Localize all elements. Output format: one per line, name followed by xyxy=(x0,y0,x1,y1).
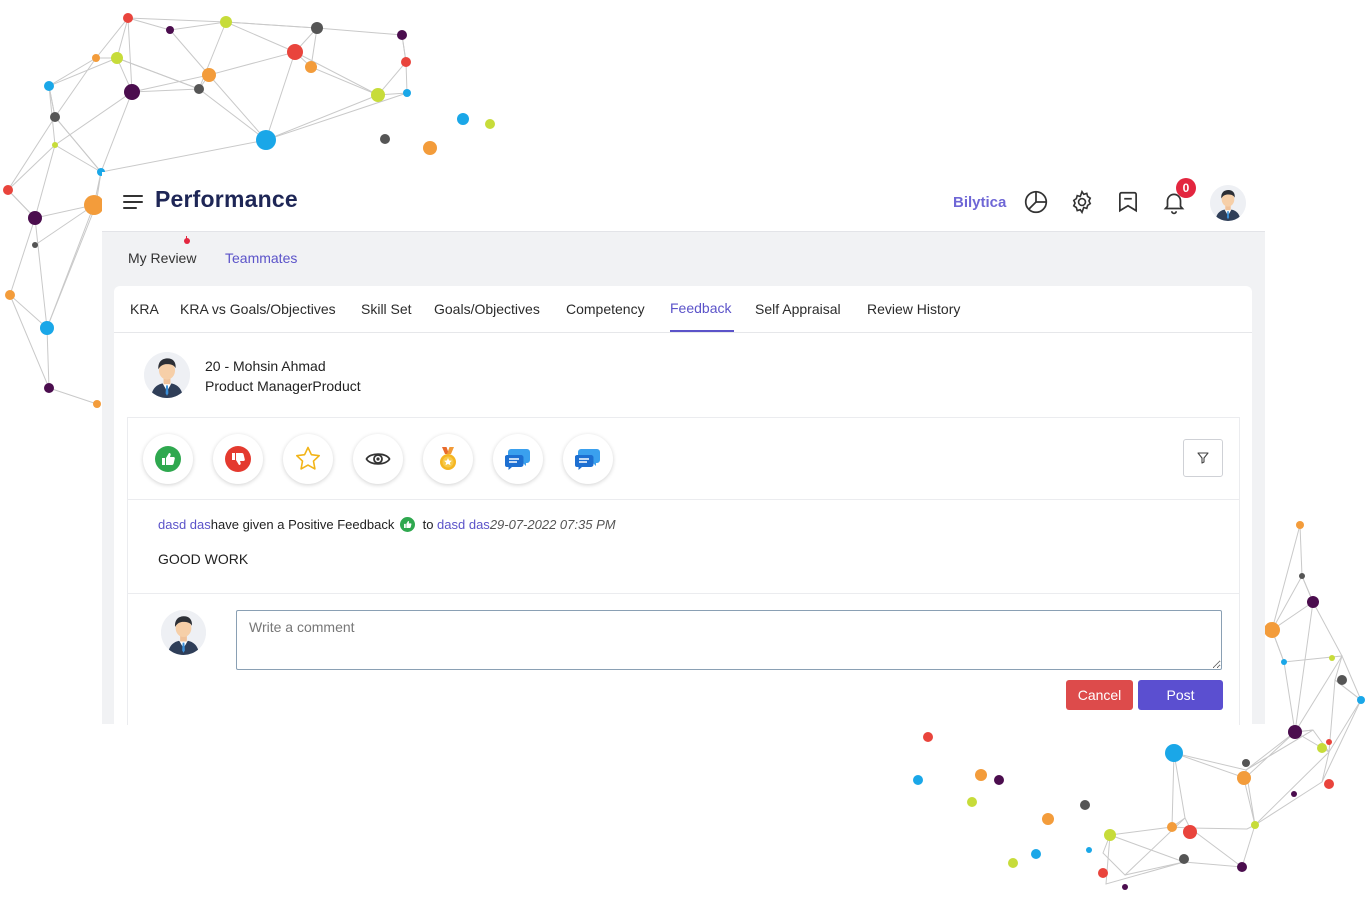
feedback-date: 29-07-2022 07:35 PM xyxy=(489,517,616,532)
comment-input[interactable] xyxy=(236,610,1222,670)
avatar[interactable] xyxy=(1210,185,1246,221)
review-card: KRA KRA vs Goals/Objectives Skill Set Go… xyxy=(114,286,1252,725)
feedback-panel: dasd dashave given a Positive Feedback t… xyxy=(127,417,1240,725)
feedback-action: have given a Positive Feedback xyxy=(210,517,395,532)
feedback-type-toolbar xyxy=(128,418,1239,500)
page-title: Performance xyxy=(155,186,298,212)
filter-icon xyxy=(1197,452,1209,464)
post-button[interactable]: Post xyxy=(1138,680,1223,710)
pie-chart-icon[interactable] xyxy=(1023,189,1049,215)
tab-teammates[interactable]: Teammates xyxy=(225,250,297,266)
comment-section: Cancel Post xyxy=(128,593,1239,726)
employee-name: 20 - Mohsin Ahmad xyxy=(205,358,326,374)
tab-competency[interactable]: Competency xyxy=(566,301,645,317)
medal-icon[interactable] xyxy=(423,434,473,484)
avatar xyxy=(161,610,206,655)
tab-label: My Review xyxy=(128,250,197,266)
tab-goals-objectives[interactable]: Goals/Objectives xyxy=(434,301,540,317)
top-header: Performance Bilytica 0 xyxy=(102,172,1265,232)
app-window: Performance Bilytica 0 My Review Teammat… xyxy=(102,172,1265,725)
tab-feedback[interactable]: Feedback xyxy=(670,300,731,316)
bookmark-icon[interactable] xyxy=(1115,189,1141,215)
active-tab-underline xyxy=(670,330,734,332)
brand-link[interactable]: Bilytica xyxy=(953,194,1006,211)
filter-button[interactable] xyxy=(1183,439,1223,477)
thumbs-up-icon xyxy=(399,517,415,532)
tab-self-appraisal[interactable]: Self Appraisal xyxy=(755,301,841,317)
star-icon[interactable] xyxy=(283,434,333,484)
feedback-from-user[interactable]: dasd das xyxy=(158,517,211,532)
feedback-entry-header: dasd dashave given a Positive Feedback t… xyxy=(158,517,616,532)
active-indicator-dot xyxy=(184,238,190,244)
tab-kra-vs-goals[interactable]: KRA vs Goals/Objectives xyxy=(180,301,336,317)
menu-icon[interactable] xyxy=(123,195,143,209)
avatar xyxy=(144,352,190,398)
section-tabs: KRA KRA vs Goals/Objectives Skill Set Go… xyxy=(114,286,1252,333)
tab-skill-set[interactable]: Skill Set xyxy=(361,301,412,317)
chat-icon[interactable] xyxy=(563,434,613,484)
tab-review-history[interactable]: Review History xyxy=(867,301,960,317)
feedback-to-user[interactable]: dasd das xyxy=(437,517,490,532)
notification-badge: 0 xyxy=(1176,178,1196,198)
employee-role: Product ManagerProduct xyxy=(205,378,361,394)
thumbs-up-icon[interactable] xyxy=(143,434,193,484)
review-tabs: My Review Teammates xyxy=(102,232,1265,284)
cancel-button[interactable]: Cancel xyxy=(1066,680,1133,710)
feedback-message: GOOD WORK xyxy=(158,551,249,567)
gear-icon[interactable] xyxy=(1069,189,1095,215)
feedback-to-label: to xyxy=(422,517,434,532)
eye-icon[interactable] xyxy=(353,434,403,484)
thumbs-down-icon[interactable] xyxy=(213,434,263,484)
tab-my-review[interactable]: My Review xyxy=(128,236,197,266)
tab-kra[interactable]: KRA xyxy=(130,301,159,317)
chat-icon[interactable] xyxy=(493,434,543,484)
